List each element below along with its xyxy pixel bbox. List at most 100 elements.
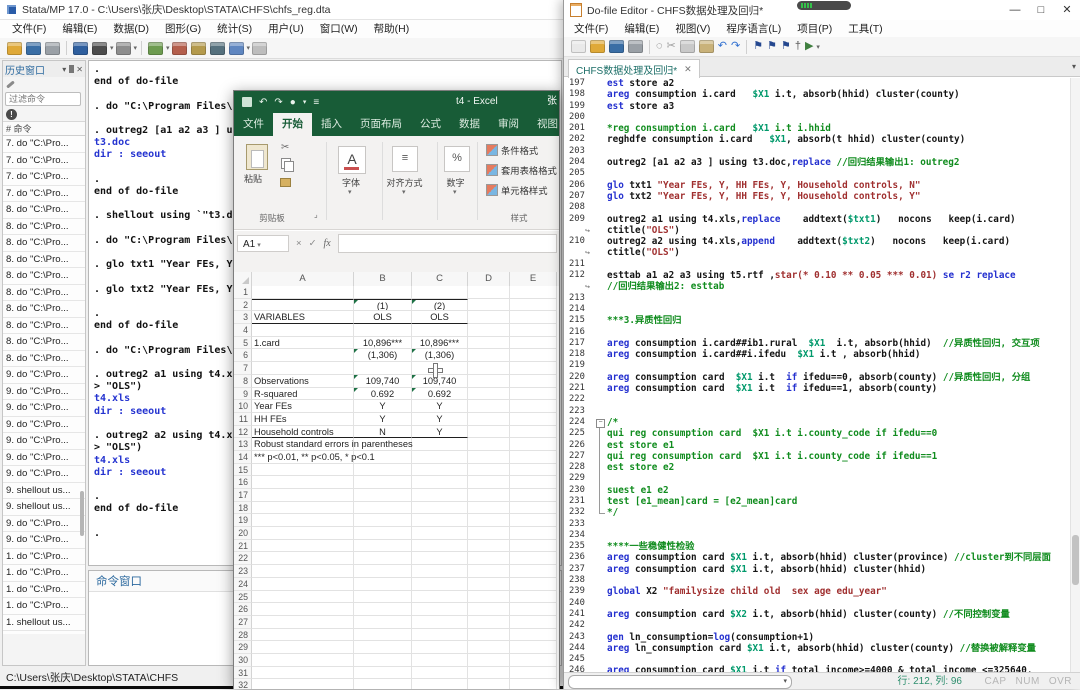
cell-A19[interactable]: [252, 514, 354, 527]
number-format-icon[interactable]: %: [444, 146, 470, 172]
cancel-icon[interactable]: ×: [296, 238, 302, 249]
history-item[interactable]: 1. do "C:\Pro...: [3, 598, 85, 615]
cell-E22[interactable]: [510, 552, 557, 565]
cell-B4[interactable]: [354, 324, 412, 337]
cell-C10[interactable]: Y: [412, 400, 468, 413]
history-item[interactable]: 1. shellout us...: [3, 615, 85, 632]
history-item[interactable]: 8. do "C:\Pro...: [3, 268, 85, 285]
alignment-chevron-down-icon[interactable]: ▾: [402, 188, 406, 196]
history-item[interactable]: 9. do "C:\Pro...: [3, 417, 85, 434]
cell-D21[interactable]: [468, 540, 510, 553]
dofile-menu-项目(P)[interactable]: 项目(P): [789, 20, 840, 38]
cell-D27[interactable]: [468, 616, 510, 629]
cell-C17[interactable]: [412, 489, 468, 502]
row-header-4[interactable]: 4: [234, 324, 252, 337]
cell-A2[interactable]: [252, 299, 354, 312]
stata-menu-窗口(W)[interactable]: 窗口(W): [312, 20, 366, 38]
cell-D20[interactable]: [468, 527, 510, 540]
history-item[interactable]: 8. do "C:\Pro...: [3, 285, 85, 302]
conditional-formatting-button[interactable]: 条件格式: [486, 142, 538, 157]
cell-E17[interactable]: [510, 489, 557, 502]
cell-B31[interactable]: [354, 667, 412, 680]
cell-B10[interactable]: Y: [354, 400, 412, 413]
cell-A6[interactable]: [252, 349, 354, 362]
save-icon[interactable]: [242, 97, 252, 107]
row-header-23[interactable]: 23: [234, 565, 252, 578]
row-header-9[interactable]: 9: [234, 388, 252, 401]
cell-D16[interactable]: [468, 476, 510, 489]
cell-A10[interactable]: Year FEs: [252, 400, 354, 413]
new-file-icon[interactable]: [571, 40, 586, 53]
cell-D3[interactable]: [468, 311, 510, 324]
row-header-25[interactable]: 25: [234, 591, 252, 604]
cell-E8[interactable]: [510, 375, 557, 388]
tab-close-icon[interactable]: ✕: [684, 64, 692, 75]
row-header-5[interactable]: 5: [234, 337, 252, 350]
cell-C13[interactable]: [412, 438, 468, 451]
stata-menu-统计(S)[interactable]: 统计(S): [209, 20, 260, 38]
dofile-menu-文件(F)[interactable]: 文件(F): [566, 20, 616, 38]
cell-C30[interactable]: [412, 654, 468, 667]
history-item[interactable]: 9. do "C:\Pro...: [3, 400, 85, 417]
cell-A23[interactable]: [252, 565, 354, 578]
cell-D15[interactable]: [468, 464, 510, 477]
cell-C9[interactable]: 0.692: [412, 388, 468, 401]
row-header-17[interactable]: 17: [234, 489, 252, 502]
stata-menu-用户(U)[interactable]: 用户(U): [260, 20, 312, 38]
row-header-19[interactable]: 19: [234, 514, 252, 527]
cell-C16[interactable]: [412, 476, 468, 489]
cell-C3[interactable]: OLS: [412, 311, 468, 324]
copy-icon[interactable]: [680, 40, 695, 53]
cell-B22[interactable]: [354, 552, 412, 565]
row-header-1[interactable]: 1: [234, 286, 252, 299]
row-header-7[interactable]: 7: [234, 362, 252, 375]
history-item[interactable]: 7. do "C:\Pro...: [3, 136, 85, 153]
column-header-E[interactable]: E: [510, 272, 557, 286]
cell-B5[interactable]: 10,896***: [354, 337, 412, 350]
data-browser-icon-dropdown[interactable]: ▾: [110, 44, 114, 52]
cell-E16[interactable]: [510, 476, 557, 489]
cell-A27[interactable]: [252, 616, 354, 629]
cell-E21[interactable]: [510, 540, 557, 553]
cell-C4[interactable]: [412, 324, 468, 337]
row-header-10[interactable]: 10: [234, 400, 252, 413]
clipboard-dialog-launcher-icon[interactable]: ⌟: [314, 210, 318, 219]
cell-B2[interactable]: (1): [354, 299, 412, 312]
row-header-6[interactable]: 6: [234, 349, 252, 362]
stata-menu-图形(G)[interactable]: 图形(G): [157, 20, 209, 38]
cell-B16[interactable]: [354, 476, 412, 489]
minimize-button[interactable]: —: [1002, 0, 1028, 20]
cell-C15[interactable]: [412, 464, 468, 477]
bookmark-icon[interactable]: ⚑: [767, 40, 777, 53]
enter-icon[interactable]: ✓: [309, 238, 317, 249]
row-header-3[interactable]: 3: [234, 311, 252, 324]
cell-E6[interactable]: [510, 349, 557, 362]
cell-B9[interactable]: 0.692: [354, 388, 412, 401]
cell-D12[interactable]: [468, 426, 510, 439]
history-item[interactable]: 8. do "C:\Pro...: [3, 351, 85, 368]
cell-E25[interactable]: [510, 591, 557, 604]
cell-A13[interactable]: Robust standard errors in parentheses: [252, 438, 354, 451]
stata-menu-帮助(H)[interactable]: 帮助(H): [366, 20, 418, 38]
cell-E28[interactable]: [510, 629, 557, 642]
cell-E9[interactable]: [510, 388, 557, 401]
cell-styles-button[interactable]: 单元格样式: [486, 182, 548, 197]
redo-icon[interactable]: ↷: [731, 40, 740, 53]
cell-A9[interactable]: R-squared: [252, 388, 354, 401]
qat-dropdown-icon[interactable]: ▾: [303, 98, 307, 106]
find-icon[interactable]: ◌: [656, 40, 663, 53]
code-scrollbar[interactable]: [1070, 78, 1080, 672]
cell-D8[interactable]: [468, 375, 510, 388]
cell-B19[interactable]: [354, 514, 412, 527]
history-scrollbar-thumb[interactable]: [80, 491, 84, 536]
cell-D32[interactable]: [468, 679, 510, 689]
cell-C32[interactable]: [412, 679, 468, 689]
cell-A11[interactable]: HH FEs: [252, 413, 354, 426]
row-header-30[interactable]: 30: [234, 654, 252, 667]
cell-B8[interactable]: 109,740: [354, 375, 412, 388]
cell-B18[interactable]: [354, 502, 412, 515]
cell-B15[interactable]: [354, 464, 412, 477]
excel-tab-审阅[interactable]: 审阅: [489, 113, 528, 136]
cell-D31[interactable]: [468, 667, 510, 680]
cell-C2[interactable]: (2): [412, 299, 468, 312]
